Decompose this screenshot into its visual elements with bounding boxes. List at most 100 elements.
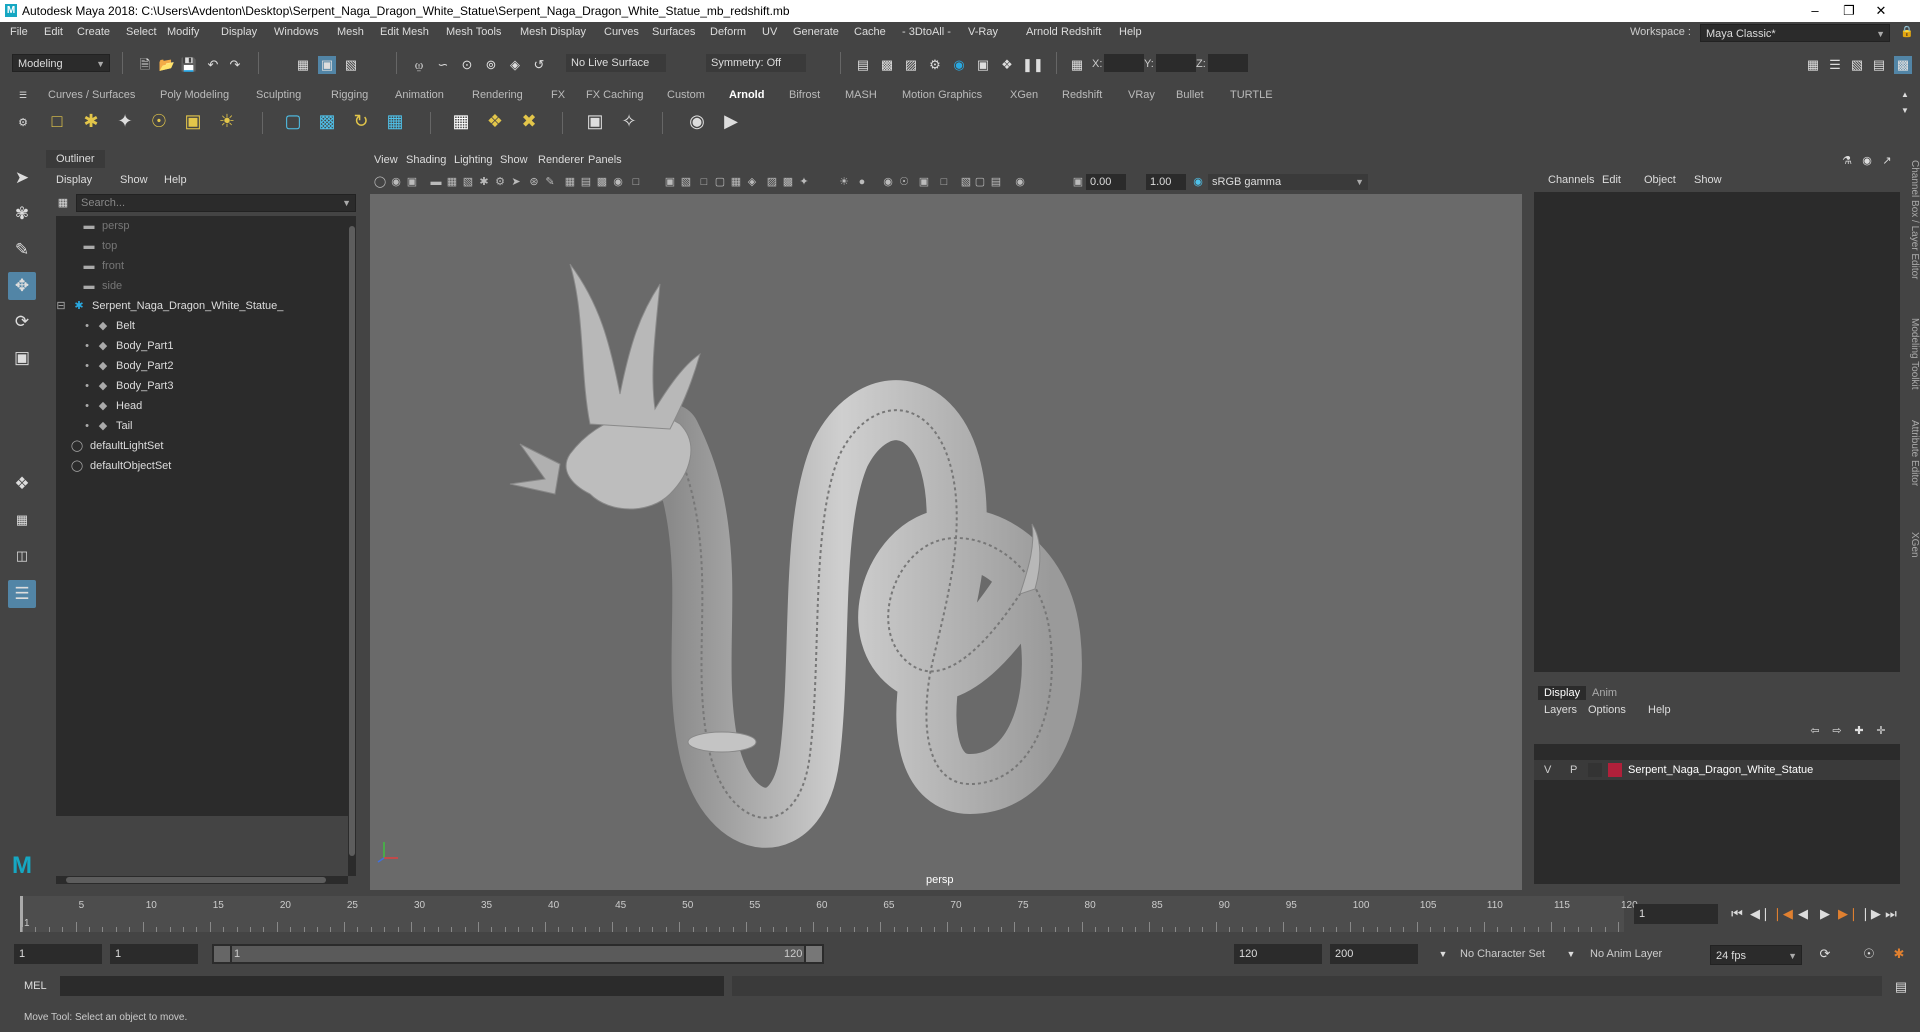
snap-rotate-icon[interactable]: ↺ [530,56,548,74]
rotate-tool-icon[interactable]: ⟳ [8,308,36,336]
bookmark-icon[interactable]: ▣ [404,174,420,190]
snap-surface-icon[interactable]: ◈ [506,56,524,74]
open-scene-icon[interactable]: 📂 [158,56,176,74]
step-forward-key-icon[interactable]: ❘▶ [1860,905,1881,923]
light-portal-icon[interactable]: ▣ [180,108,206,134]
outliner-item[interactable]: • ◆ Body_Part1 [85,336,173,356]
scale-tool-icon[interactable]: ▣ [8,344,36,372]
move-layer-up-icon[interactable]: ⇦ [1806,722,1824,740]
render-history-icon[interactable]: ▤ [854,56,872,74]
grid-icon[interactable]: ▦ [444,174,460,190]
menu-surfaces[interactable]: Surfaces [652,26,695,38]
select-tool-icon[interactable]: ➤ [8,164,36,192]
film-gate-icon[interactable]: ▧ [460,174,476,190]
shelf-tab-animation[interactable]: Animation [395,86,444,104]
frame-selected-icon[interactable]: ▣ [916,174,932,190]
image-plane-icon[interactable]: ▬ [428,174,444,190]
range-bar[interactable]: 1 1 120 [212,944,824,964]
layer-menu-layers[interactable]: Layers [1544,704,1577,716]
outliner-filter-icon[interactable]: ▦ [54,194,72,212]
anim-layer-icon[interactable]: ▼ [1562,945,1580,963]
attribute-toggle-icon[interactable]: ◉ [1858,152,1876,170]
layer-menu-options[interactable]: Options [1588,704,1626,716]
layer-menu-help[interactable]: Help [1648,704,1671,716]
auto-key-icon[interactable]: ☉ [1860,945,1878,963]
new-scene-icon[interactable]: 🗎 [136,56,154,74]
3d-viewport-canvas[interactable]: persp [370,194,1522,890]
close-button[interactable]: ✕ [1866,2,1896,20]
shelf-tab-rigging[interactable]: Rigging [331,86,368,104]
outliner-item[interactable]: ▬ top [82,236,118,256]
xray-icon[interactable]: ▨ [764,174,780,190]
paint-select-tool-icon[interactable]: ✎ [8,236,36,264]
color-management-icon[interactable]: ◉ [1190,174,1206,190]
menu-3dtoall[interactable]: - 3DtoAll - [902,26,951,38]
outliner-vertical-scrollbar[interactable] [348,216,356,876]
shelf-tab-bullet[interactable]: Bullet [1176,86,1204,104]
outliner-item[interactable]: ▬ side [82,276,123,296]
collapse-icon[interactable]: ⊟ [56,296,66,316]
scrollbar-thumb[interactable] [349,226,355,856]
range-fill[interactable] [232,946,804,962]
search-dropdown-icon[interactable]: ▼ [342,195,351,211]
shelf-tab-turtle[interactable]: TURTLE [1230,86,1273,104]
menu-arnold[interactable]: Arnold [1026,26,1058,38]
menu-select[interactable]: Select [126,26,157,38]
menu-v-ray[interactable]: V-Ray [968,26,998,38]
menu-display[interactable]: Display [221,26,257,38]
anim-prefs-icon[interactable]: ✱ [1890,945,1908,963]
layer-type-toggle[interactable] [1588,763,1602,777]
standin-icon[interactable]: ▢ [280,108,306,134]
pause-icon[interactable]: ❚❚ [1022,56,1044,74]
default-material-icon[interactable]: ▩ [594,174,610,190]
step-forward-frame-icon[interactable]: ▶❘ [1838,905,1859,923]
select-component-icon[interactable]: ▧ [342,56,360,74]
new-layer-selected-icon[interactable]: ✛ [1872,722,1890,740]
expand-icon[interactable]: ↗ [1878,152,1896,170]
z-coordinate-input[interactable] [1208,54,1248,72]
modeling-toolkit-icon[interactable]: ▦ [1804,56,1822,74]
script-editor-icon[interactable]: ▤ [1892,978,1910,996]
animation-start-input[interactable]: 1 [14,944,102,964]
menu-deform[interactable]: Deform [710,26,746,38]
mel-input[interactable] [60,976,724,996]
render-view-icon[interactable]: ▣ [974,56,992,74]
volume-icon[interactable]: ▦ [382,108,408,134]
ambient-occlusion-icon[interactable]: ▧ [678,174,694,190]
range-end-handle[interactable] [806,946,822,962]
gate-mask-icon[interactable]: ⚙ [492,174,508,190]
animation-end-input[interactable]: 200 [1330,944,1418,964]
menu-help[interactable]: Help [1119,26,1142,38]
shelf-tab-redshift[interactable]: Redshift [1062,86,1102,104]
menu-windows[interactable]: Windows [274,26,319,38]
mode-dropdown[interactable]: Modeling ▼ [12,54,110,72]
shelf-tab-poly-modeling[interactable]: Poly Modeling [160,86,229,104]
shelf-tab-rendering[interactable]: Rendering [472,86,523,104]
play-render-icon[interactable]: ▶ [718,108,744,134]
gamma-field[interactable]: 1.00 [1146,174,1186,190]
two-sided-icon[interactable]: □ [936,174,952,190]
safe-action-icon[interactable]: ⊛ [526,174,542,190]
xray-active-icon[interactable]: ✦ [796,174,812,190]
menu-mesh-tools[interactable]: Mesh Tools [446,26,501,38]
isolate-select-icon[interactable]: ◈ [744,174,760,190]
outliner-item[interactable]: ◯ defaultObjectSet [70,456,172,476]
range-start-handle[interactable] [214,946,230,962]
photometric-light-icon[interactable]: ✦ [112,108,138,134]
outliner-title[interactable]: Outliner [46,150,105,168]
four-view-icon[interactable]: ▦ [8,506,36,534]
camera-select-icon[interactable]: ◯ [372,174,388,190]
outliner-menu-show[interactable]: Show [120,174,148,186]
hypershade-icon[interactable]: ◉ [950,56,968,74]
go-to-start-icon[interactable]: ⏮ [1728,905,1746,923]
menu-modify[interactable]: Modify [167,26,199,38]
safe-title-icon[interactable]: ✎ [542,174,558,190]
scrollbar-thumb[interactable] [66,877,326,883]
go-to-end-icon[interactable]: ⏭ [1882,905,1900,923]
hud-icon[interactable]: ▤ [988,174,1004,190]
outliner-search-input[interactable]: Search... ▼ [76,194,356,212]
layer-tab-anim[interactable]: Anim [1586,686,1623,700]
menu-file[interactable]: File [10,26,28,38]
step-back-frame-icon[interactable]: ❘◀ [1772,905,1793,923]
character-set-icon[interactable]: ▼ [1434,945,1452,963]
